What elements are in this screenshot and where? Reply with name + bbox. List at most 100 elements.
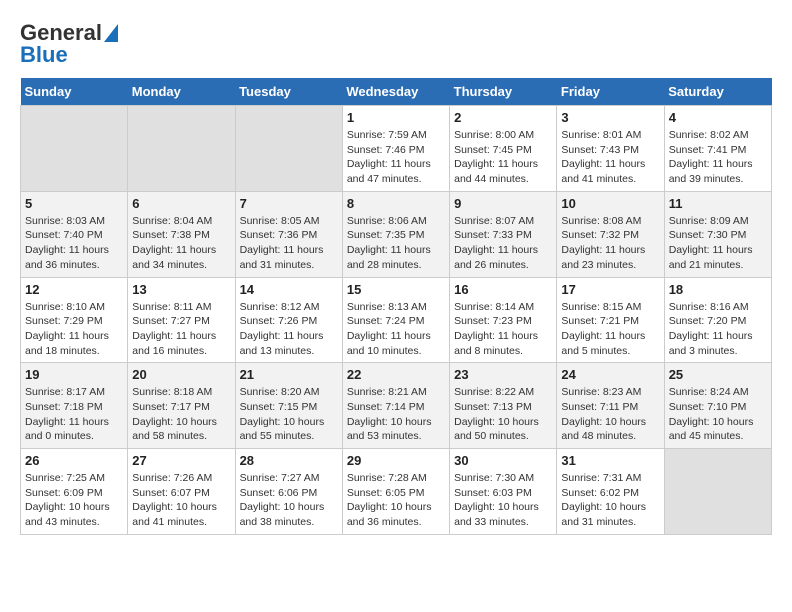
day-number: 19 xyxy=(25,367,123,382)
day-info: Sunrise: 8:05 AM Sunset: 7:36 PM Dayligh… xyxy=(240,214,338,273)
day-number: 27 xyxy=(132,453,230,468)
logo: General Blue xyxy=(20,20,118,68)
day-number: 17 xyxy=(561,282,659,297)
day-number: 4 xyxy=(669,110,767,125)
day-info: Sunrise: 7:25 AM Sunset: 6:09 PM Dayligh… xyxy=(25,471,123,530)
day-number: 2 xyxy=(454,110,552,125)
calendar-cell: 25 Sunrise: 8:24 AM Sunset: 7:10 PM Dayli… xyxy=(664,363,771,449)
day-info: Sunrise: 8:24 AM Sunset: 7:10 PM Dayligh… xyxy=(669,385,767,444)
calendar-cell xyxy=(128,106,235,192)
day-number: 24 xyxy=(561,367,659,382)
calendar-cell: 19 Sunrise: 8:17 AM Sunset: 7:18 PM Dayli… xyxy=(21,363,128,449)
day-info: Sunrise: 8:17 AM Sunset: 7:18 PM Dayligh… xyxy=(25,385,123,444)
calendar-cell: 17 Sunrise: 8:15 AM Sunset: 7:21 PM Dayli… xyxy=(557,277,664,363)
day-info: Sunrise: 8:21 AM Sunset: 7:14 PM Dayligh… xyxy=(347,385,445,444)
day-info: Sunrise: 8:22 AM Sunset: 7:13 PM Dayligh… xyxy=(454,385,552,444)
day-info: Sunrise: 8:18 AM Sunset: 7:17 PM Dayligh… xyxy=(132,385,230,444)
calendar-cell: 10 Sunrise: 8:08 AM Sunset: 7:32 PM Dayli… xyxy=(557,191,664,277)
day-info: Sunrise: 8:13 AM Sunset: 7:24 PM Dayligh… xyxy=(347,300,445,359)
day-number: 9 xyxy=(454,196,552,211)
weekday-header-saturday: Saturday xyxy=(664,78,771,106)
day-info: Sunrise: 8:20 AM Sunset: 7:15 PM Dayligh… xyxy=(240,385,338,444)
day-number: 18 xyxy=(669,282,767,297)
day-number: 26 xyxy=(25,453,123,468)
day-number: 25 xyxy=(669,367,767,382)
page-header: General Blue xyxy=(20,20,772,68)
calendar-cell: 28Sunrise: 7:27 AM Sunset: 6:06 PM Dayli… xyxy=(235,449,342,535)
calendar-cell: 5 Sunrise: 8:03 AM Sunset: 7:40 PM Daylig… xyxy=(21,191,128,277)
calendar-cell xyxy=(235,106,342,192)
weekday-header-tuesday: Tuesday xyxy=(235,78,342,106)
calendar-cell: 29 Sunrise: 7:28 AM Sunset: 6:05 PM Dayli… xyxy=(342,449,449,535)
day-number: 22 xyxy=(347,367,445,382)
calendar-cell: 18Sunrise: 8:16 AM Sunset: 7:20 PM Dayli… xyxy=(664,277,771,363)
weekday-header-friday: Friday xyxy=(557,78,664,106)
weekday-header-thursday: Thursday xyxy=(450,78,557,106)
calendar-cell: 27 Sunrise: 7:26 AM Sunset: 6:07 PM Dayli… xyxy=(128,449,235,535)
calendar-cell: 4 Sunrise: 8:02 AM Sunset: 7:41 PM Daylig… xyxy=(664,106,771,192)
day-number: 16 xyxy=(454,282,552,297)
logo-triangle-icon xyxy=(104,24,118,42)
day-info: Sunrise: 7:31 AM Sunset: 6:02 PM Dayligh… xyxy=(561,471,659,530)
day-number: 8 xyxy=(347,196,445,211)
day-number: 1 xyxy=(347,110,445,125)
calendar-cell: 16 Sunrise: 8:14 AM Sunset: 7:23 PM Dayli… xyxy=(450,277,557,363)
day-number: 30 xyxy=(454,453,552,468)
calendar-cell xyxy=(21,106,128,192)
day-number: 11 xyxy=(669,196,767,211)
day-info: Sunrise: 8:10 AM Sunset: 7:29 PM Dayligh… xyxy=(25,300,123,359)
day-info: Sunrise: 7:28 AM Sunset: 6:05 PM Dayligh… xyxy=(347,471,445,530)
weekday-header-sunday: Sunday xyxy=(21,78,128,106)
calendar-cell: 1Sunrise: 7:59 AM Sunset: 7:46 PM Daylig… xyxy=(342,106,449,192)
calendar-cell: 26 Sunrise: 7:25 AM Sunset: 6:09 PM Dayli… xyxy=(21,449,128,535)
logo-blue-text: Blue xyxy=(20,42,68,68)
day-number: 15 xyxy=(347,282,445,297)
day-number: 29 xyxy=(347,453,445,468)
day-number: 21 xyxy=(240,367,338,382)
calendar-cell: 11 Sunrise: 8:09 AM Sunset: 7:30 PM Dayli… xyxy=(664,191,771,277)
calendar-cell: 30 Sunrise: 7:30 AM Sunset: 6:03 PM Dayli… xyxy=(450,449,557,535)
day-number: 20 xyxy=(132,367,230,382)
day-number: 13 xyxy=(132,282,230,297)
day-info: Sunrise: 8:02 AM Sunset: 7:41 PM Dayligh… xyxy=(669,128,767,187)
day-info: Sunrise: 8:00 AM Sunset: 7:45 PM Dayligh… xyxy=(454,128,552,187)
day-info: Sunrise: 7:30 AM Sunset: 6:03 PM Dayligh… xyxy=(454,471,552,530)
calendar-cell xyxy=(664,449,771,535)
day-info: Sunrise: 8:15 AM Sunset: 7:21 PM Dayligh… xyxy=(561,300,659,359)
calendar-cell: 9 Sunrise: 8:07 AM Sunset: 7:33 PM Daylig… xyxy=(450,191,557,277)
calendar-cell: 21 Sunrise: 8:20 AM Sunset: 7:15 PM Dayli… xyxy=(235,363,342,449)
calendar-cell: 3Sunrise: 8:01 AM Sunset: 7:43 PM Daylig… xyxy=(557,106,664,192)
day-number: 3 xyxy=(561,110,659,125)
calendar-cell: 15 Sunrise: 8:13 AM Sunset: 7:24 PM Dayli… xyxy=(342,277,449,363)
day-info: Sunrise: 7:26 AM Sunset: 6:07 PM Dayligh… xyxy=(132,471,230,530)
day-info: Sunrise: 8:23 AM Sunset: 7:11 PM Dayligh… xyxy=(561,385,659,444)
day-number: 5 xyxy=(25,196,123,211)
day-info: Sunrise: 8:12 AM Sunset: 7:26 PM Dayligh… xyxy=(240,300,338,359)
calendar-table: SundayMondayTuesdayWednesdayThursdayFrid… xyxy=(20,78,772,535)
day-info: Sunrise: 8:03 AM Sunset: 7:40 PM Dayligh… xyxy=(25,214,123,273)
day-number: 7 xyxy=(240,196,338,211)
day-number: 23 xyxy=(454,367,552,382)
calendar-cell: 20 Sunrise: 8:18 AM Sunset: 7:17 PM Dayli… xyxy=(128,363,235,449)
day-number: 31 xyxy=(561,453,659,468)
calendar-cell: 8 Sunrise: 8:06 AM Sunset: 7:35 PM Daylig… xyxy=(342,191,449,277)
calendar-cell: 24 Sunrise: 8:23 AM Sunset: 7:11 PM Dayli… xyxy=(557,363,664,449)
calendar-cell: 13Sunrise: 8:11 AM Sunset: 7:27 PM Dayli… xyxy=(128,277,235,363)
day-info: Sunrise: 8:06 AM Sunset: 7:35 PM Dayligh… xyxy=(347,214,445,273)
calendar-cell: 7 Sunrise: 8:05 AM Sunset: 7:36 PM Daylig… xyxy=(235,191,342,277)
calendar-cell: 6Sunrise: 8:04 AM Sunset: 7:38 PM Daylig… xyxy=(128,191,235,277)
weekday-header-wednesday: Wednesday xyxy=(342,78,449,106)
day-number: 14 xyxy=(240,282,338,297)
day-info: Sunrise: 8:07 AM Sunset: 7:33 PM Dayligh… xyxy=(454,214,552,273)
weekday-header-monday: Monday xyxy=(128,78,235,106)
day-info: Sunrise: 8:08 AM Sunset: 7:32 PM Dayligh… xyxy=(561,214,659,273)
day-number: 10 xyxy=(561,196,659,211)
day-info: Sunrise: 7:27 AM Sunset: 6:06 PM Dayligh… xyxy=(240,471,338,530)
day-number: 12 xyxy=(25,282,123,297)
day-info: Sunrise: 8:14 AM Sunset: 7:23 PM Dayligh… xyxy=(454,300,552,359)
calendar-cell: 2 Sunrise: 8:00 AM Sunset: 7:45 PM Daylig… xyxy=(450,106,557,192)
day-info: Sunrise: 8:09 AM Sunset: 7:30 PM Dayligh… xyxy=(669,214,767,273)
day-info: Sunrise: 8:04 AM Sunset: 7:38 PM Dayligh… xyxy=(132,214,230,273)
calendar-cell: 22 Sunrise: 8:21 AM Sunset: 7:14 PM Dayli… xyxy=(342,363,449,449)
calendar-cell: 23 Sunrise: 8:22 AM Sunset: 7:13 PM Dayli… xyxy=(450,363,557,449)
